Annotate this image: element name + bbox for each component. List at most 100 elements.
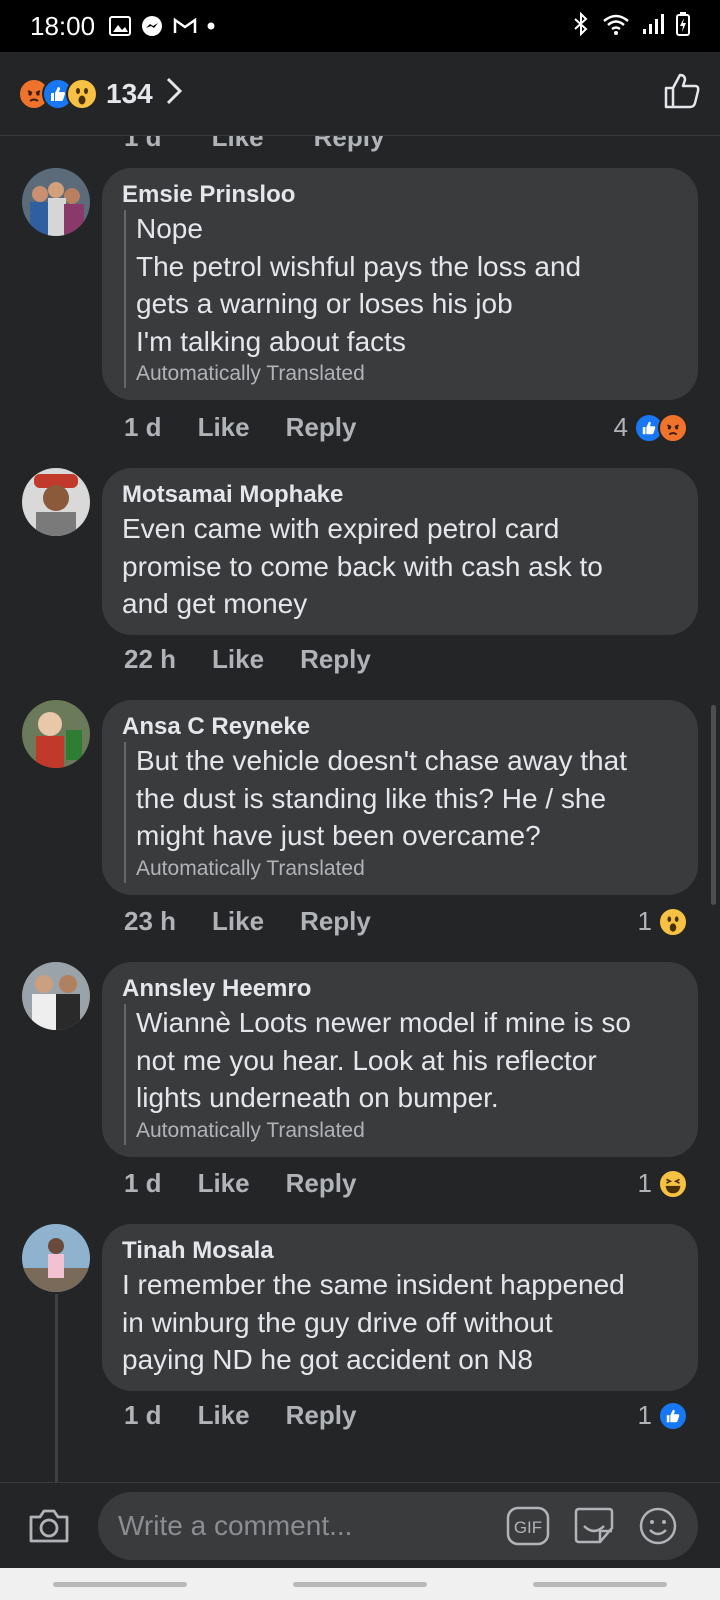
comment-reactions[interactable]: 1	[638, 1168, 688, 1199]
camera-button[interactable]	[18, 1507, 80, 1545]
translation-note[interactable]: Automatically Translated	[136, 360, 678, 388]
like-comment-button[interactable]: Like	[212, 136, 264, 153]
emoji-icon	[639, 1507, 677, 1544]
comment-line: The petrol wishful pays the loss and	[136, 250, 582, 282]
reply-comment-button[interactable]: Reply	[300, 644, 371, 675]
comment-author[interactable]: Emsie Prinsloo	[122, 180, 678, 210]
reply-comment-button[interactable]: Reply	[314, 136, 385, 153]
comment-time: 1 d	[124, 1400, 162, 1430]
translation-note[interactable]: Automatically Translated	[136, 855, 678, 883]
comment-line: might have just been overcame?	[136, 820, 541, 851]
comment-reaction-count: 1	[637, 1168, 652, 1198]
reactions-summary[interactable]: 134	[18, 76, 183, 111]
haha-reaction-icon	[658, 1168, 688, 1199]
comment-reaction-count: 4	[613, 412, 628, 442]
like-comment-button[interactable]: Like	[198, 1168, 250, 1199]
avatar[interactable]	[22, 700, 90, 768]
comment-actions: 1 d Like Reply	[124, 1168, 392, 1199]
translation-note[interactable]: Automatically Translated	[136, 1117, 678, 1145]
signal-icon	[642, 13, 664, 40]
comment-author[interactable]: Ansa C Reyneke	[122, 712, 678, 742]
thumbs-up-outline-icon	[664, 73, 700, 109]
avatar[interactable]	[22, 1224, 90, 1292]
comment-reactions[interactable]: 4	[614, 412, 688, 443]
gallery-notification-icon	[109, 16, 132, 36]
comment-bubble[interactable]: Tinah Mosala I remember the same insiden…	[102, 1224, 698, 1391]
comment-line: the dust is standing like this? He / she	[136, 782, 607, 814]
scrollbar[interactable]	[711, 705, 716, 905]
comment-line: I remember the same insident happened	[122, 1269, 625, 1300]
home-button[interactable]	[293, 1581, 427, 1587]
camera-icon	[29, 1509, 69, 1542]
comment-actions: 23 h Like Reply	[124, 906, 407, 937]
like-comment-button[interactable]: Like	[212, 644, 264, 675]
sticker-button[interactable]	[572, 1506, 616, 1546]
comment-line: Nope	[136, 213, 203, 244]
gif-label: GIF	[514, 1518, 542, 1537]
comment-time: 1 d	[124, 412, 162, 442]
comment-line: Wiannè Loots newer model if mine is so	[136, 1007, 631, 1038]
gif-button[interactable]: GIF	[506, 1506, 550, 1546]
comment-actions: 22 h Like Reply	[124, 644, 407, 675]
comment-reactions[interactable]: 1	[638, 1400, 688, 1431]
back-button[interactable]	[533, 1581, 667, 1587]
wifi-icon	[602, 13, 630, 40]
like-comment-button[interactable]: Like	[212, 906, 264, 937]
wow-reaction-icon	[658, 906, 688, 937]
comment-line: and get money	[122, 588, 308, 619]
comment-bubble[interactable]: Emsie Prinsloo Nope The petrol wishful p…	[102, 168, 698, 400]
reply-comment-button[interactable]: Reply	[300, 906, 371, 937]
like-comment-button[interactable]: Like	[198, 1400, 250, 1431]
comment-line: gets a warning or loses his job	[136, 288, 513, 319]
comment-line: But the vehicle doesn't chase away that	[136, 745, 627, 776]
status-time: 18:00	[30, 10, 96, 41]
like-comment-button[interactable]: Like	[198, 412, 250, 443]
battery-charging-icon	[676, 11, 690, 41]
comment-time: 1 d	[124, 136, 162, 152]
comment-input-placeholder: Write a comment...	[118, 1509, 353, 1541]
reply-comment-button[interactable]: Reply	[286, 1168, 357, 1199]
sticker-icon	[574, 1507, 614, 1543]
comment-bubble[interactable]: Motsamai Mophake Even came with expired …	[102, 468, 698, 635]
comment-input[interactable]: Write a comment... GIF	[98, 1491, 698, 1560]
comment-line: Even came with expired petrol card	[122, 513, 560, 544]
angry-reaction-icon	[658, 412, 688, 443]
translated-text-block: But the vehicle doesn't chase away that …	[124, 742, 678, 883]
comment-author[interactable]: Motsamai Mophake	[122, 480, 678, 510]
comment-line: not me you hear. Look at his reflector	[136, 1044, 597, 1076]
reactions-header: 134	[0, 52, 720, 136]
messenger-notification-icon	[141, 15, 163, 37]
comment-bubble[interactable]: Ansa C Reyneke But the vehicle doesn't c…	[102, 700, 698, 895]
recent-apps-button[interactable]	[53, 1581, 187, 1587]
like-post-button[interactable]	[662, 71, 702, 116]
avatar[interactable]	[22, 168, 90, 236]
comment-line: lights underneath on bumper.	[136, 1082, 499, 1113]
system-navigation-bar	[0, 1568, 720, 1600]
reply-thread-line	[55, 1294, 58, 1482]
comment-actions: 1 d Like Reply	[124, 412, 392, 443]
comment-list: 1 d Like Reply Emsie Prinsloo Nope The p…	[0, 136, 720, 1482]
comment-reactions[interactable]: 1	[638, 906, 688, 937]
reply-comment-button[interactable]: Reply	[286, 412, 357, 443]
comment-bubble[interactable]: Annsley Heemro Wiannè Loots newer model …	[102, 962, 698, 1157]
emoji-button[interactable]	[638, 1506, 678, 1546]
comment-author[interactable]: Tinah Mosala	[122, 1236, 678, 1266]
gif-icon: GIF	[506, 1506, 550, 1545]
comment-actions: 1 d Like Reply	[124, 1400, 392, 1431]
comment-composer: Write a comment... GIF	[0, 1482, 720, 1568]
translated-text-block: Wiannè Loots newer model if mine is so n…	[124, 1004, 678, 1145]
bluetooth-icon	[572, 11, 590, 41]
avatar[interactable]	[22, 468, 90, 536]
wow-reaction-icon	[66, 77, 98, 110]
status-bar: 18:00	[0, 0, 720, 52]
comment-line: promise to come back with cash ask to	[122, 550, 603, 582]
more-notifications-dot-icon	[207, 22, 215, 30]
comment-time: 22 h	[124, 644, 177, 674]
reply-comment-button[interactable]: Reply	[286, 1400, 357, 1431]
gmail-notification-icon	[173, 17, 197, 35]
chevron-right-icon[interactable]	[165, 76, 183, 111]
comment-reaction-count: 1	[637, 1400, 652, 1430]
avatar[interactable]	[22, 962, 90, 1030]
comment-time: 1 d	[124, 1168, 162, 1198]
comment-author[interactable]: Annsley Heemro	[122, 974, 678, 1004]
